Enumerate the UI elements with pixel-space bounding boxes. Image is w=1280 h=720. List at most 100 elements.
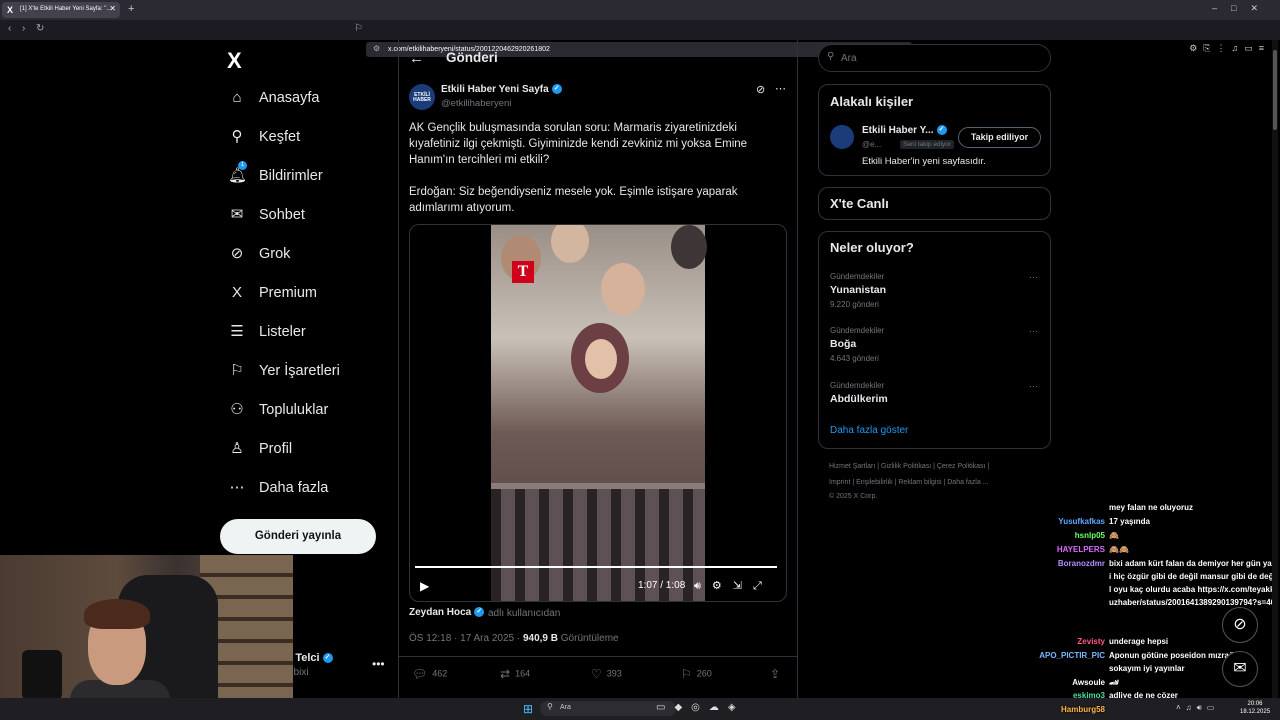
- trend-more-icon[interactable]: ⋯: [1029, 381, 1038, 392]
- share-icon: ⇪: [770, 667, 781, 681]
- verified-badge-icon: ✓: [474, 607, 485, 618]
- grok-fab-icon[interactable]: ⊘: [1222, 607, 1258, 643]
- video-time: 1:07 / 1:08: [638, 580, 686, 591]
- tab-title: [1] X'te Etkili Haber Yeni Sayfa: "...: [20, 6, 112, 12]
- author-name[interactable]: Etkili Haber Yeni Sayfa ✓: [441, 84, 562, 95]
- video-player[interactable]: T ▶ 1:07 / 1:08 🔊︎⚙⇲⤢: [409, 224, 787, 602]
- taskbar-app-icons[interactable]: ▭◆◎☁◈: [656, 702, 745, 713]
- trends-title: Neler oluyor?: [830, 240, 914, 255]
- search-icon: ⚲: [547, 702, 553, 711]
- x-live-card[interactable]: X'te Canlı: [818, 187, 1051, 220]
- author-handle[interactable]: @etkilihaberyeni: [441, 98, 511, 109]
- close-tab-icon[interactable]: ✕: [109, 4, 116, 13]
- search-input[interactable]: ⚲ Ara: [818, 44, 1051, 72]
- nav-item-home[interactable]: ⌂ Anasayfa: [228, 89, 398, 113]
- post-time[interactable]: ÖS 12:18 · 17 Ara 2025 ·: [409, 633, 523, 644]
- play-icon[interactable]: ▶: [420, 579, 429, 593]
- footer-links[interactable]: Imprint | Erişilebilirlik | Reklam bilgi…: [829, 479, 989, 486]
- trend-name[interactable]: Abdülkerim: [830, 393, 888, 405]
- post-more-icon[interactable]: ⋯: [775, 82, 786, 95]
- account-name[interactable]: r Telci ✓: [288, 652, 333, 664]
- nav-item-explore[interactable]: ⚲ Keşfet: [228, 128, 398, 152]
- nav-item-more[interactable]: ⋯ Daha fazla: [228, 479, 398, 503]
- nav-label: Sohbet: [259, 207, 305, 223]
- profile-icon: ♙: [230, 440, 244, 457]
- x-favicon-icon: X: [7, 5, 14, 15]
- related-handle: @e...: [862, 140, 882, 149]
- extensions-icon[interactable]: ⚙⎘⋮♫▭≡: [1189, 43, 1270, 54]
- communities-icon: ⚇: [230, 401, 244, 418]
- nav-label: Daha fazla: [259, 480, 329, 496]
- trend-category: Gündemdekiler: [830, 326, 885, 335]
- following-button[interactable]: Takip ediliyor: [958, 127, 1041, 148]
- back-arrow-icon[interactable]: ‹: [8, 23, 11, 34]
- x-logo-icon[interactable]: X: [227, 48, 242, 74]
- nav-item-premium[interactable]: X Premium: [228, 284, 398, 308]
- repost-button[interactable]: ⇄ 164: [500, 667, 530, 681]
- window-controls[interactable]: –□✕: [1212, 3, 1272, 14]
- bookmark-icon: ⚐: [230, 362, 244, 379]
- nav-label: Bildirimler: [259, 168, 323, 184]
- scrollbar-thumb[interactable]: [1273, 50, 1277, 130]
- chat-message: 17 yaşında: [1109, 517, 1150, 526]
- browser-tab-bar: X [1] X'te Etkili Haber Yeni Sayfa: "...…: [0, 0, 1280, 20]
- forward-arrow-icon[interactable]: ›: [22, 23, 25, 34]
- share-button[interactable]: ⇪: [770, 667, 785, 681]
- search-icon: ⚲: [231, 128, 243, 145]
- trend-category: Gündemdekiler: [830, 381, 885, 390]
- bookmark-icon: ⚐: [681, 667, 692, 681]
- back-arrow-icon[interactable]: ←: [409, 50, 424, 67]
- trend-count: 4.643 gönderi: [830, 354, 879, 363]
- footer-links[interactable]: Hizmet Şartları | Gizlilik Politikası | …: [829, 463, 989, 470]
- account-more-icon[interactable]: •••: [372, 657, 385, 671]
- more-circle-icon: ⋯: [229, 479, 245, 496]
- video-progress-bar[interactable]: [415, 566, 778, 568]
- live-title: X'te Canlı: [830, 196, 889, 211]
- taskbar-clock[interactable]: 20:06 18.12.2025: [1240, 700, 1270, 716]
- trend-name[interactable]: Boğa: [830, 338, 856, 350]
- related-avatar[interactable]: [830, 125, 854, 149]
- nav-item-profile[interactable]: ♙ Profil: [228, 440, 398, 464]
- nav-item-grok[interactable]: ⊘ Grok: [228, 245, 398, 269]
- nav-item-chat[interactable]: ✉ Sohbet: [228, 206, 398, 230]
- trend-category: Gündemdekiler: [830, 272, 885, 281]
- reload-icon[interactable]: ↻: [36, 23, 44, 34]
- reply-count: 462: [432, 668, 448, 679]
- video-person: [585, 339, 617, 379]
- reply-icon: 💬︎: [412, 667, 428, 681]
- author-avatar[interactable]: ETKİLİ HABER: [409, 84, 435, 110]
- nav-item-notifications[interactable]: 🔔︎ 1 Bildirimler: [228, 161, 398, 191]
- trend-more-icon[interactable]: ⋯: [1029, 326, 1038, 337]
- grok-icon[interactable]: ⊘: [756, 83, 765, 96]
- nav-item-bookmarks[interactable]: ⚐ Yer İşaretleri: [228, 362, 398, 386]
- chat-username: Zevisty: [1077, 637, 1105, 646]
- nav-item-communities[interactable]: ⚇ Topluluklar: [228, 401, 398, 425]
- related-bio: Etkili Haber'in yeni sayfasıdır.: [862, 156, 986, 167]
- chat-username: APO_PICTIR_PIC: [1039, 651, 1105, 660]
- trend-name[interactable]: Yunanistan: [830, 284, 886, 296]
- video-controls-icons[interactable]: 🔊︎⚙⇲⤢: [694, 579, 773, 593]
- bookmark-page-icon[interactable]: ⚐: [354, 23, 363, 34]
- clock-date: 18.12.2025: [1240, 709, 1271, 715]
- repost-count: 164: [515, 668, 531, 679]
- related-name[interactable]: Etkili Haber Y... ✓: [862, 125, 947, 136]
- show-more-link[interactable]: Daha fazla göster: [830, 425, 908, 436]
- chat-message: mey falan ne oluyoruz: [1109, 503, 1194, 512]
- attribution-name[interactable]: Zeydan Hoca ✓: [409, 607, 485, 618]
- attribution-suffix: adlı kullanıcıdan: [488, 608, 561, 619]
- bookmark-button[interactable]: ⚐ 260: [681, 667, 712, 681]
- browser-tab[interactable]: X [1] X'te Etkili Haber Yeni Sayfa: "...…: [2, 2, 120, 18]
- trend-more-icon[interactable]: ⋯: [1029, 272, 1038, 283]
- reply-button[interactable]: 💬︎ 462: [412, 667, 447, 681]
- messages-fab-icon[interactable]: ✉: [1222, 651, 1258, 687]
- system-tray-icons[interactable]: ˄♫🔊︎▭: [1176, 703, 1219, 713]
- nav-item-lists[interactable]: ☰ Listeler: [228, 323, 398, 347]
- post-button[interactable]: Gönderi yayınla: [220, 519, 376, 554]
- windows-start-icon[interactable]: ⊞: [523, 702, 533, 716]
- nav-label: Profil: [259, 441, 293, 457]
- chat-message: 🙈🙈: [1109, 545, 1129, 554]
- new-tab-icon[interactable]: +: [128, 3, 134, 15]
- page-scrollbar[interactable]: [1272, 40, 1278, 698]
- home-icon: ⌂: [232, 89, 242, 106]
- like-button[interactable]: ♡ 393: [591, 667, 622, 681]
